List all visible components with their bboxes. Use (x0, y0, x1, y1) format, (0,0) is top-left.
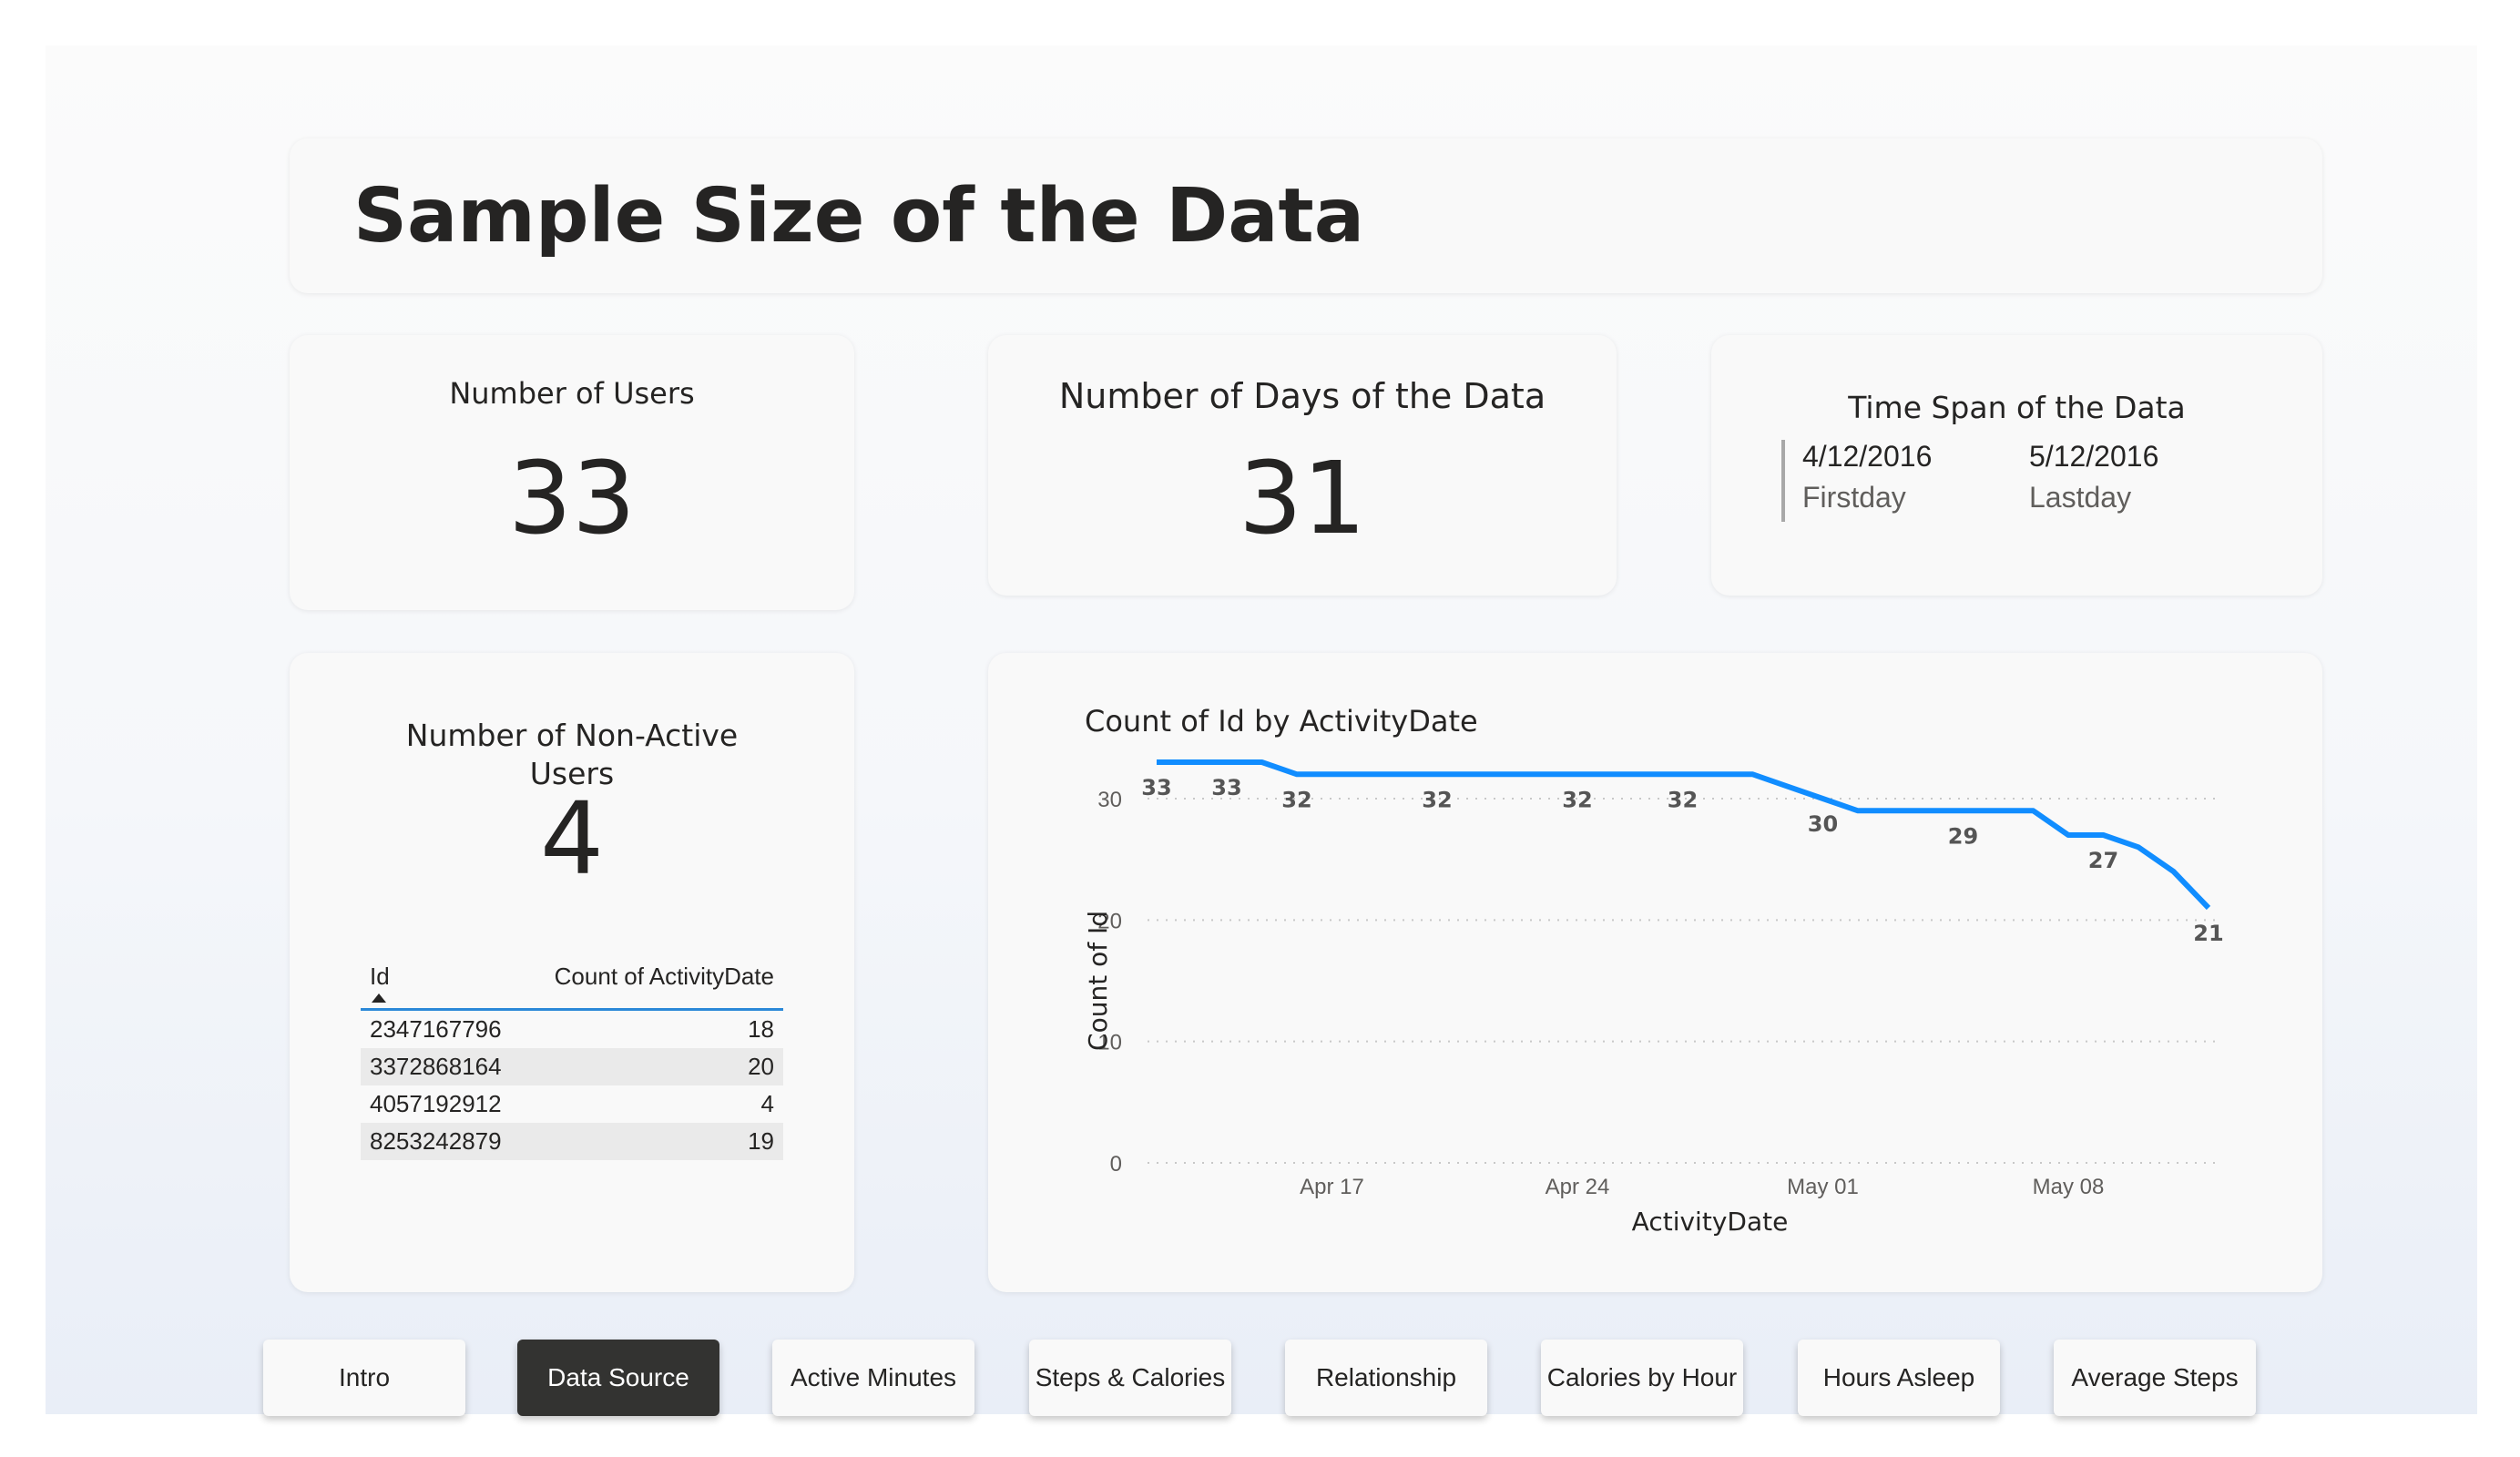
sort-ascending-icon (372, 993, 386, 1003)
nav-button-average-steps[interactable]: Average Steps (2054, 1340, 2256, 1416)
column-header-id[interactable]: Id (361, 963, 524, 1010)
line-chart[interactable]: 0102030Apr 17 Apr 24 May 01 May 08ActivityD… (988, 653, 2322, 1292)
first-date-label: Firstday (1802, 481, 1906, 514)
data-label: 21 (2193, 921, 2223, 946)
data-label: 33 (1141, 775, 1171, 800)
page-title: Sample Size of the Data (353, 173, 1365, 260)
x-axis-title: ActivityDate (1632, 1207, 1789, 1237)
time-span-card[interactable]: Time Span of the Data 4/12/2016 Firstday… (1711, 335, 2322, 596)
data-label: 32 (1281, 787, 1311, 812)
column-header-count-label: Count of ActivityDate (554, 963, 774, 990)
table-cell-count: 18 (748, 1015, 774, 1043)
time-span-divider (1781, 440, 1785, 522)
nonactive-kpi-value: 4 (540, 780, 604, 897)
column-header-id-label: Id (370, 963, 390, 990)
table-cell-count: 19 (748, 1127, 774, 1155)
table-cell-id: 2347167796 (370, 1015, 502, 1043)
y-axis-title: Count of Id (1083, 911, 1113, 1051)
nav-button-calories-by-hour[interactable]: Calories by Hour (1541, 1340, 1743, 1416)
users-kpi-label: Number of Users (449, 376, 695, 411)
table-cell-id: 3372868164 (370, 1053, 502, 1080)
days-kpi-card[interactable]: Number of Days of the Data 31 (988, 335, 1617, 596)
y-tick-label: 0 (1110, 1152, 1122, 1177)
users-kpi-card[interactable]: Number of Users 33 (290, 335, 854, 610)
table-cell-id: 4057192912 (370, 1090, 502, 1117)
nav-button-relationship[interactable]: Relationship (1285, 1340, 1487, 1416)
table-cell-id: 8253242879 (370, 1127, 502, 1155)
nonactive-users-card[interactable]: Number of Non-Active Users 4 Id Count of… (290, 653, 854, 1292)
days-kpi-label: Number of Days of the Data (1058, 376, 1546, 416)
nav-button-hours-asleep[interactable]: Hours Asleep (1798, 1340, 2000, 1416)
report-canvas: Sample Size of the Data Number of Users … (46, 46, 2477, 1416)
x-tick-label: May 08 (2033, 1175, 2105, 1199)
last-date-value: 5/12/2016 (2029, 440, 2159, 473)
table-row[interactable]: 4057192912 4 (361, 1085, 783, 1123)
x-tick-label: Apr 24 (1546, 1175, 1610, 1199)
table-row[interactable]: 8253242879 19 (361, 1123, 783, 1160)
first-date-value: 4/12/2016 (1802, 440, 1933, 473)
nonactive-label-line1: Number of Non-Active (405, 718, 739, 753)
column-header-count[interactable]: Count of ActivityDate (524, 963, 783, 1010)
y-tick-label: 30 (1097, 788, 1122, 812)
data-label: 33 (1211, 775, 1241, 800)
table-row[interactable]: 3372868164 20 (361, 1048, 783, 1085)
table-cell-count: 20 (748, 1053, 774, 1080)
table-row[interactable]: 2347167796 18 (361, 1010, 783, 1049)
table-header-row: Id Count of ActivityDate (361, 963, 783, 1010)
nav-button-steps-calories[interactable]: Steps & Calories (1029, 1340, 1231, 1416)
x-tick-label: Apr 17 (1300, 1175, 1364, 1199)
series-line (1157, 759, 2211, 911)
data-label: 30 (1808, 811, 1838, 837)
table-cell-count: 4 (760, 1090, 774, 1117)
data-label: 32 (1422, 787, 1452, 812)
data-label: 32 (1562, 787, 1592, 812)
nav-button-data-source[interactable]: Data Source (517, 1340, 719, 1416)
nav-button-intro[interactable]: Intro (263, 1340, 465, 1416)
data-label: 32 (1668, 787, 1698, 812)
nonactive-users-table: Id Count of ActivityDate 2347167796 18 3… (361, 963, 783, 1160)
nav-button-active-minutes[interactable]: Active Minutes (772, 1340, 974, 1416)
last-date-label: Lastday (2029, 481, 2132, 514)
line-chart-card[interactable]: Count of Id by ActivityDate 0 10 20 30 Apr 1… (988, 653, 2322, 1292)
x-tick-label: May 01 (1787, 1175, 1859, 1199)
time-span-title: Time Span of the Data (1848, 390, 2186, 425)
data-label: 29 (1948, 823, 1978, 849)
data-label: 27 (2088, 848, 2118, 873)
title-card: Sample Size of the Data (290, 138, 2322, 293)
users-kpi-value: 33 (508, 440, 636, 556)
days-kpi-value: 31 (1239, 440, 1366, 556)
